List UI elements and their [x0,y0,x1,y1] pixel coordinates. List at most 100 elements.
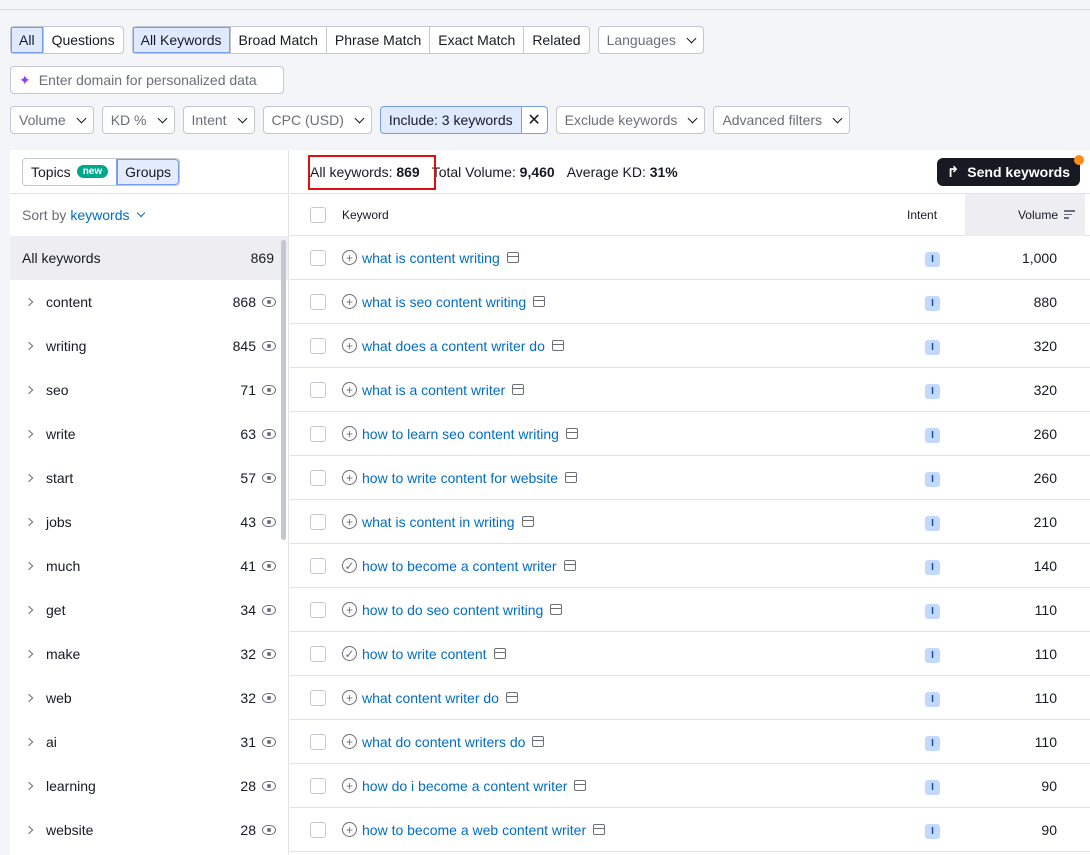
row-checkbox[interactable] [310,249,326,266]
chevron-right-icon[interactable] [24,473,34,483]
eye-icon[interactable] [262,605,276,615]
add-circle-icon[interactable]: + [342,778,357,793]
keyword-link[interactable]: how to learn seo content writing [362,426,559,442]
serp-icon[interactable] [565,428,578,439]
keyword-column-header[interactable]: Keyword [342,208,907,222]
eye-icon[interactable] [262,517,276,527]
keyword-link[interactable]: what content writer do [362,690,499,706]
tab-questions[interactable]: Questions [44,27,123,53]
topic-item[interactable]: ai 31 [10,720,288,764]
intent-column-header[interactable]: Intent [907,208,965,222]
row-checkbox[interactable] [310,469,326,486]
add-circle-icon[interactable]: + [342,734,357,749]
send-keywords-button[interactable]: ↱ Send keywords [936,155,1084,186]
include-keywords-filter[interactable]: Include: 3 keywords ✕ [379,106,548,134]
serp-icon[interactable] [506,252,519,263]
serp-icon[interactable] [532,736,545,747]
chevron-right-icon[interactable] [24,825,34,835]
topic-item[interactable]: seo 71 [10,368,288,412]
chevron-right-icon[interactable] [24,737,34,747]
keyword-link[interactable]: how to write content [362,646,487,662]
keyword-link[interactable]: what do content writers do [362,734,525,750]
eye-icon[interactable] [262,649,276,659]
row-checkbox[interactable] [310,777,326,794]
eye-icon[interactable] [262,297,276,307]
serp-icon[interactable] [512,384,525,395]
domain-input[interactable]: ✦ Enter domain for personalized data [10,66,284,94]
keyword-link[interactable]: what is content writing [362,250,500,266]
serp-icon[interactable] [521,516,534,527]
eye-icon[interactable] [262,341,276,351]
add-circle-icon[interactable]: + [342,470,357,485]
serp-icon[interactable] [563,560,576,571]
eye-icon[interactable] [262,385,276,395]
chevron-right-icon[interactable] [24,781,34,791]
serp-icon[interactable] [505,692,518,703]
check-circle-icon[interactable]: ✓ [342,646,357,661]
select-all-checkbox[interactable] [310,206,326,223]
chevron-right-icon[interactable] [24,605,34,615]
keyword-link[interactable]: what is content in writing [362,514,515,530]
add-circle-icon[interactable]: + [342,294,357,309]
intent-filter[interactable]: Intent [182,106,255,134]
add-circle-icon[interactable]: + [342,514,357,529]
chevron-right-icon[interactable] [24,385,34,395]
keyword-link[interactable]: what is a content writer [362,382,505,398]
volume-column-header[interactable]: Volume [965,193,1085,236]
row-checkbox[interactable] [310,733,326,750]
topic-item[interactable]: writing 845 [10,324,288,368]
keyword-link[interactable]: how do i become a content writer [362,778,567,794]
row-checkbox[interactable] [310,425,326,442]
topic-item[interactable]: make 32 [10,632,288,676]
volume-filter[interactable]: Volume [10,106,94,134]
serp-icon[interactable] [493,648,506,659]
add-circle-icon[interactable]: + [342,822,357,837]
topic-item[interactable]: web 32 [10,676,288,720]
eye-icon[interactable] [262,781,276,791]
topic-item[interactable]: get 34 [10,588,288,632]
add-circle-icon[interactable]: + [342,426,357,441]
serp-icon[interactable] [550,604,563,615]
eye-icon[interactable] [262,737,276,747]
chevron-right-icon[interactable] [24,429,34,439]
serp-icon[interactable] [593,824,606,835]
serp-icon[interactable] [551,340,564,351]
add-circle-icon[interactable]: + [342,338,357,353]
chevron-right-icon[interactable] [24,649,34,659]
check-circle-icon[interactable]: ✓ [342,558,357,573]
row-checkbox[interactable] [310,645,326,662]
serp-icon[interactable] [565,472,578,483]
cpc-filter[interactable]: CPC (USD) [262,106,372,134]
row-checkbox[interactable] [310,689,326,706]
serp-icon[interactable] [533,296,546,307]
keyword-link[interactable]: how to write content for website [362,470,558,486]
chevron-right-icon[interactable] [24,517,34,527]
add-circle-icon[interactable]: + [342,602,357,617]
tab-all-keywords[interactable]: All Keywords [132,27,231,53]
groups-toggle[interactable]: Groups [116,158,180,185]
chevron-right-icon[interactable] [24,561,34,571]
tab-exact-match[interactable]: Exact Match [430,27,525,53]
eye-icon[interactable] [262,473,276,483]
row-checkbox[interactable] [310,513,326,530]
kd-filter[interactable]: KD % [101,106,175,134]
topic-item[interactable]: website 28 [10,808,288,852]
sidebar-scrollbar[interactable] [281,240,286,540]
topic-all-keywords[interactable]: All keywords 869 [10,236,288,280]
topic-item[interactable]: jobs 43 [10,500,288,544]
eye-icon[interactable] [262,429,276,439]
tab-related[interactable]: Related [524,27,588,53]
add-circle-icon[interactable]: + [342,250,357,265]
keyword-link[interactable]: how to do seo content writing [362,602,543,618]
row-checkbox[interactable] [310,337,326,354]
keyword-link[interactable]: how to become a content writer [362,558,557,574]
keyword-link[interactable]: how to become a web content writer [362,822,586,838]
sort-control[interactable]: Sort by keywords [10,194,288,236]
add-circle-icon[interactable]: + [342,690,357,705]
row-checkbox[interactable] [310,381,326,398]
topics-toggle[interactable]: Topics new [23,159,116,185]
chevron-right-icon[interactable] [24,693,34,703]
close-icon[interactable]: ✕ [520,107,547,133]
keyword-link[interactable]: what does a content writer do [362,338,545,354]
advanced-filters[interactable]: Advanced filters [713,106,851,134]
